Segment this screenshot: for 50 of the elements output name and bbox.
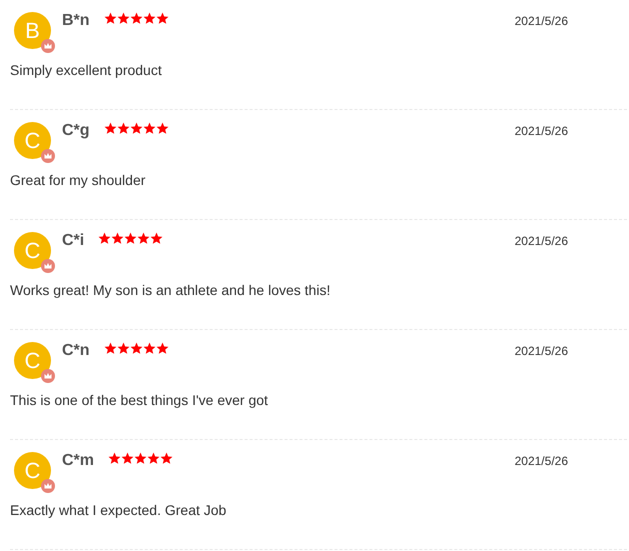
star-icon (134, 452, 148, 465)
reviewer-name: C*n (62, 341, 90, 361)
review-text: Works great! My son is an athlete and he loves this! (10, 281, 332, 300)
review-date: 2021/5/26 (514, 13, 568, 30)
star-icon (124, 232, 138, 245)
star-icon (111, 232, 124, 245)
crown-icon (41, 369, 55, 383)
review-date: 2021/5/26 (514, 453, 568, 470)
star-icon (98, 232, 112, 245)
star-icon (116, 122, 130, 135)
star-icon (137, 232, 150, 245)
star-icon (116, 12, 130, 25)
crown-icon (41, 479, 55, 493)
star-icon (108, 452, 122, 465)
review-text: Simply excellent product (10, 61, 163, 80)
star-icon (142, 122, 156, 135)
crown-icon (41, 259, 55, 273)
star-icon (130, 122, 143, 135)
star-icon (121, 452, 134, 465)
star-icon (104, 12, 117, 25)
review-date: 2021/5/26 (514, 343, 568, 360)
crown-icon (41, 39, 55, 53)
review-text: Exactly what I expected. Great Job (10, 501, 228, 520)
star-icon (116, 342, 130, 355)
star-icon (130, 12, 143, 25)
star-icon (156, 342, 169, 355)
star-icon (156, 122, 169, 135)
reviewer-name: C*i (62, 231, 84, 251)
star-icon (160, 452, 174, 465)
review-text: Great for my shoulder (10, 171, 146, 190)
avatar: C (14, 232, 51, 269)
star-icon (156, 12, 169, 25)
avatar: C (14, 342, 51, 379)
review-text: This is one of the best things I've ever got (10, 391, 269, 410)
avatar: C (14, 452, 51, 489)
avatar: B (14, 12, 51, 49)
avatar: C (14, 122, 51, 159)
star-icon (130, 342, 143, 355)
star-icon (142, 342, 156, 355)
reviewer-name: C*g (62, 121, 90, 141)
star-icon (104, 342, 117, 355)
star-icon (150, 232, 164, 245)
star-icon (147, 452, 160, 465)
reviewer-name: C*m (62, 451, 94, 471)
crown-icon (41, 149, 55, 163)
review-date: 2021/5/26 (514, 233, 568, 250)
review-date: 2021/5/26 (514, 123, 568, 140)
reviewer-name: B*n (62, 11, 90, 31)
star-icon (104, 122, 117, 135)
star-icon (142, 12, 156, 25)
